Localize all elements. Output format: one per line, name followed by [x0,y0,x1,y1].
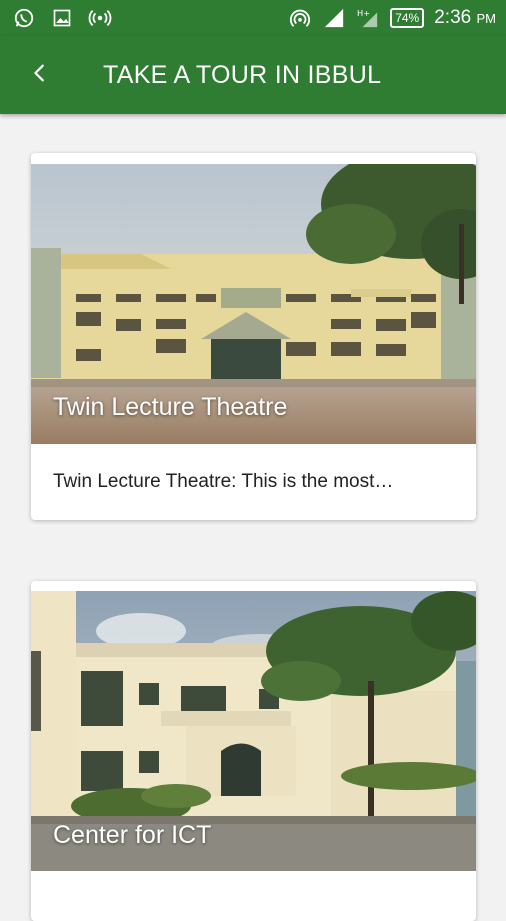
data-signal-icon: H+ [356,6,380,30]
battery-indicator: 74% [390,8,425,28]
status-time: 2:36 PM [434,7,496,29]
card-title: Center for ICT [53,821,212,849]
time-ampm: PM [476,11,497,26]
tour-card-center-for-ict[interactable]: Center for ICT [31,581,476,921]
card-title: Twin Lecture Theatre [53,393,288,421]
broadcast-icon [88,6,112,30]
signal-icon [322,6,346,30]
tour-card-twin-lecture-theatre[interactable]: Twin Lecture Theatre Twin Lecture Theatr… [31,153,476,520]
time-value: 2:36 [434,7,472,28]
app-bar: TAKE A TOUR IN IBBUL [0,36,506,114]
whatsapp-icon [12,6,36,30]
page-title: TAKE A TOUR IN IBBUL [103,61,382,89]
status-bar: H+ 74% 2:36 PM [0,0,506,36]
arrow-back-icon [29,62,51,89]
svg-text:H+: H+ [357,8,370,18]
gallery-icon [50,6,74,30]
card-description: Twin Lecture Theatre: This is the most… [53,471,394,492]
back-button[interactable] [20,55,60,95]
hotspot-icon [288,6,312,30]
